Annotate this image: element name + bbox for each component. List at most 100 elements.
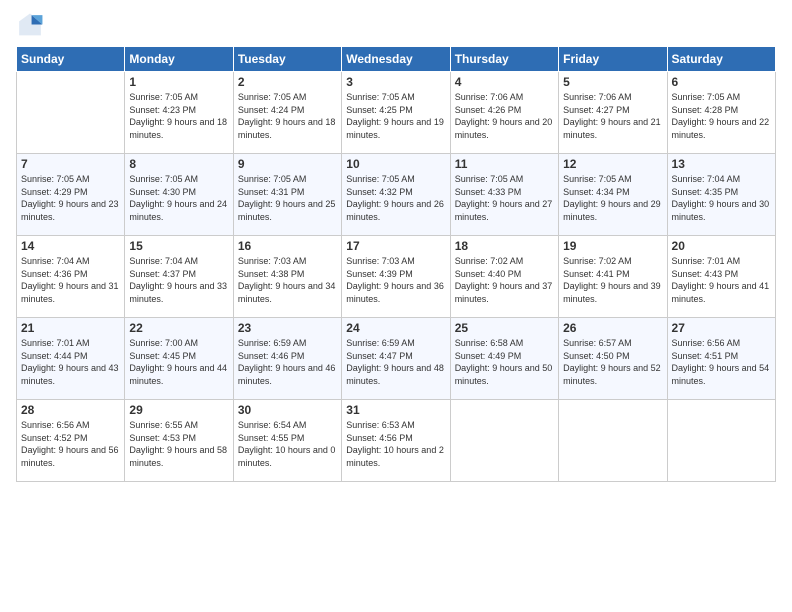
calendar-cell: 18Sunrise: 7:02 AMSunset: 4:40 PMDayligh…: [450, 236, 558, 318]
weekday-header-saturday: Saturday: [667, 47, 775, 72]
day-number: 20: [672, 239, 771, 253]
calendar-cell: 5Sunrise: 7:06 AMSunset: 4:27 PMDaylight…: [559, 72, 667, 154]
calendar-cell: [17, 72, 125, 154]
calendar-cell: 26Sunrise: 6:57 AMSunset: 4:50 PMDayligh…: [559, 318, 667, 400]
day-number: 6: [672, 75, 771, 89]
calendar-cell: 2Sunrise: 7:05 AMSunset: 4:24 PMDaylight…: [233, 72, 341, 154]
day-number: 29: [129, 403, 228, 417]
weekday-header-row: SundayMondayTuesdayWednesdayThursdayFrid…: [17, 47, 776, 72]
weekday-header-tuesday: Tuesday: [233, 47, 341, 72]
day-number: 16: [238, 239, 337, 253]
calendar-cell: 10 Sunrise: 7:05 AMSunset: 4:32 PMDayligh…: [342, 154, 450, 236]
calendar-cell: 1 Sunrise: 7:05 AMSunset: 4:23 PMDaylight…: [125, 72, 233, 154]
day-info: Sunrise: 7:05 AMSunset: 4:25 PMDaylight:…: [346, 91, 445, 141]
calendar-cell: 21 Sunrise: 7:01 AMSunset: 4:44 PMDayligh…: [17, 318, 125, 400]
day-number: 28: [21, 403, 120, 417]
day-number: 15: [129, 239, 228, 253]
day-number: 24: [346, 321, 445, 335]
day-number: 23: [238, 321, 337, 335]
calendar-cell: 7 Sunrise: 7:05 AMSunset: 4:29 PMDaylight…: [17, 154, 125, 236]
calendar-week-3: 14 Sunrise: 7:04 AMSunset: 4:36 PMDayligh…: [17, 236, 776, 318]
calendar-cell: 17 Sunrise: 7:03 AMSunset: 4:39 PMDayligh…: [342, 236, 450, 318]
day-number: 22: [129, 321, 228, 335]
day-info: Sunrise: 7:05 AMSunset: 4:30 PMDaylight:…: [129, 173, 228, 223]
page-container: SundayMondayTuesdayWednesdayThursdayFrid…: [0, 0, 792, 490]
day-number: 12: [563, 157, 662, 171]
day-number: 27: [672, 321, 771, 335]
day-info: Sunrise: 7:05 AMSunset: 4:33 PMDaylight:…: [455, 173, 554, 223]
day-info: Sunrise: 7:02 AMSunset: 4:41 PMDaylight:…: [563, 255, 662, 305]
day-info: Sunrise: 6:56 AMSunset: 4:51 PMDaylight:…: [672, 337, 771, 387]
day-info: Sunrise: 7:05 AMSunset: 4:31 PMDaylight:…: [238, 173, 337, 223]
day-number: 31: [346, 403, 445, 417]
calendar-cell: [559, 400, 667, 482]
day-info: Sunrise: 6:57 AMSunset: 4:50 PMDaylight:…: [563, 337, 662, 387]
logo: [16, 12, 48, 40]
day-info: Sunrise: 7:01 AMSunset: 4:44 PMDaylight:…: [21, 337, 120, 387]
calendar-week-2: 7 Sunrise: 7:05 AMSunset: 4:29 PMDaylight…: [17, 154, 776, 236]
day-number: 30: [238, 403, 337, 417]
day-number: 7: [21, 157, 120, 171]
weekday-header-friday: Friday: [559, 47, 667, 72]
calendar-cell: 22Sunrise: 7:00 AMSunset: 4:45 PMDayligh…: [125, 318, 233, 400]
day-info: Sunrise: 7:05 AMSunset: 4:28 PMDaylight:…: [672, 91, 771, 141]
calendar-cell: 28 Sunrise: 6:56 AMSunset: 4:52 PMDayligh…: [17, 400, 125, 482]
day-number: 11: [455, 157, 554, 171]
day-info: Sunrise: 6:56 AMSunset: 4:52 PMDaylight:…: [21, 419, 120, 469]
calendar-cell: 20 Sunrise: 7:01 AMSunset: 4:43 PMDayligh…: [667, 236, 775, 318]
header-row: [16, 12, 776, 40]
day-info: Sunrise: 7:03 AMSunset: 4:38 PMDaylight:…: [238, 255, 337, 305]
calendar-week-1: 1 Sunrise: 7:05 AMSunset: 4:23 PMDaylight…: [17, 72, 776, 154]
day-info: Sunrise: 6:54 AMSunset: 4:55 PMDaylight:…: [238, 419, 337, 469]
logo-icon: [16, 12, 44, 40]
day-info: Sunrise: 7:03 AMSunset: 4:39 PMDaylight:…: [346, 255, 445, 305]
day-info: Sunrise: 7:02 AMSunset: 4:40 PMDaylight:…: [455, 255, 554, 305]
day-number: 13: [672, 157, 771, 171]
calendar-cell: 19 Sunrise: 7:02 AMSunset: 4:41 PMDayligh…: [559, 236, 667, 318]
day-info: Sunrise: 7:04 AMSunset: 4:36 PMDaylight:…: [21, 255, 120, 305]
day-number: 17: [346, 239, 445, 253]
calendar-cell: 27 Sunrise: 6:56 AMSunset: 4:51 PMDayligh…: [667, 318, 775, 400]
day-info: Sunrise: 6:55 AMSunset: 4:53 PMDaylight:…: [129, 419, 228, 469]
calendar-cell: 4Sunrise: 7:06 AMSunset: 4:26 PMDaylight…: [450, 72, 558, 154]
calendar-cell: 31 Sunrise: 6:53 AMSunset: 4:56 PMDayligh…: [342, 400, 450, 482]
day-number: 19: [563, 239, 662, 253]
calendar-cell: 29 Sunrise: 6:55 AMSunset: 4:53 PMDayligh…: [125, 400, 233, 482]
day-number: 21: [21, 321, 120, 335]
day-number: 10: [346, 157, 445, 171]
calendar-cell: 3 Sunrise: 7:05 AMSunset: 4:25 PMDaylight…: [342, 72, 450, 154]
day-number: 1: [129, 75, 228, 89]
calendar-cell: 16 Sunrise: 7:03 AMSunset: 4:38 PMDayligh…: [233, 236, 341, 318]
calendar-cell: 9Sunrise: 7:05 AMSunset: 4:31 PMDaylight…: [233, 154, 341, 236]
calendar-week-4: 21 Sunrise: 7:01 AMSunset: 4:44 PMDayligh…: [17, 318, 776, 400]
day-number: 3: [346, 75, 445, 89]
day-info: Sunrise: 6:58 AMSunset: 4:49 PMDaylight:…: [455, 337, 554, 387]
calendar-cell: [450, 400, 558, 482]
calendar-cell: 15 Sunrise: 7:04 AMSunset: 4:37 PMDayligh…: [125, 236, 233, 318]
weekday-header-thursday: Thursday: [450, 47, 558, 72]
day-number: 25: [455, 321, 554, 335]
calendar-cell: 12 Sunrise: 7:05 AMSunset: 4:34 PMDayligh…: [559, 154, 667, 236]
calendar-cell: 13 Sunrise: 7:04 AMSunset: 4:35 PMDayligh…: [667, 154, 775, 236]
calendar-cell: 30 Sunrise: 6:54 AMSunset: 4:55 PMDayligh…: [233, 400, 341, 482]
day-info: Sunrise: 7:04 AMSunset: 4:37 PMDaylight:…: [129, 255, 228, 305]
day-info: Sunrise: 7:04 AMSunset: 4:35 PMDaylight:…: [672, 173, 771, 223]
day-info: Sunrise: 7:01 AMSunset: 4:43 PMDaylight:…: [672, 255, 771, 305]
calendar-week-5: 28 Sunrise: 6:56 AMSunset: 4:52 PMDayligh…: [17, 400, 776, 482]
day-info: Sunrise: 7:05 AMSunset: 4:32 PMDaylight:…: [346, 173, 445, 223]
day-info: Sunrise: 7:06 AMSunset: 4:27 PMDaylight:…: [563, 91, 662, 141]
weekday-header-sunday: Sunday: [17, 47, 125, 72]
day-info: Sunrise: 7:05 AMSunset: 4:34 PMDaylight:…: [563, 173, 662, 223]
day-number: 8: [129, 157, 228, 171]
day-info: Sunrise: 7:05 AMSunset: 4:24 PMDaylight:…: [238, 91, 337, 141]
day-number: 14: [21, 239, 120, 253]
calendar-table: SundayMondayTuesdayWednesdayThursdayFrid…: [16, 46, 776, 482]
calendar-cell: 25 Sunrise: 6:58 AMSunset: 4:49 PMDayligh…: [450, 318, 558, 400]
day-info: Sunrise: 7:05 AMSunset: 4:29 PMDaylight:…: [21, 173, 120, 223]
calendar-cell: 24Sunrise: 6:59 AMSunset: 4:47 PMDayligh…: [342, 318, 450, 400]
calendar-cell: 14 Sunrise: 7:04 AMSunset: 4:36 PMDayligh…: [17, 236, 125, 318]
calendar-cell: 6 Sunrise: 7:05 AMSunset: 4:28 PMDaylight…: [667, 72, 775, 154]
day-info: Sunrise: 7:05 AMSunset: 4:23 PMDaylight:…: [129, 91, 228, 141]
calendar-cell: 8 Sunrise: 7:05 AMSunset: 4:30 PMDaylight…: [125, 154, 233, 236]
day-info: Sunrise: 6:53 AMSunset: 4:56 PMDaylight:…: [346, 419, 445, 469]
